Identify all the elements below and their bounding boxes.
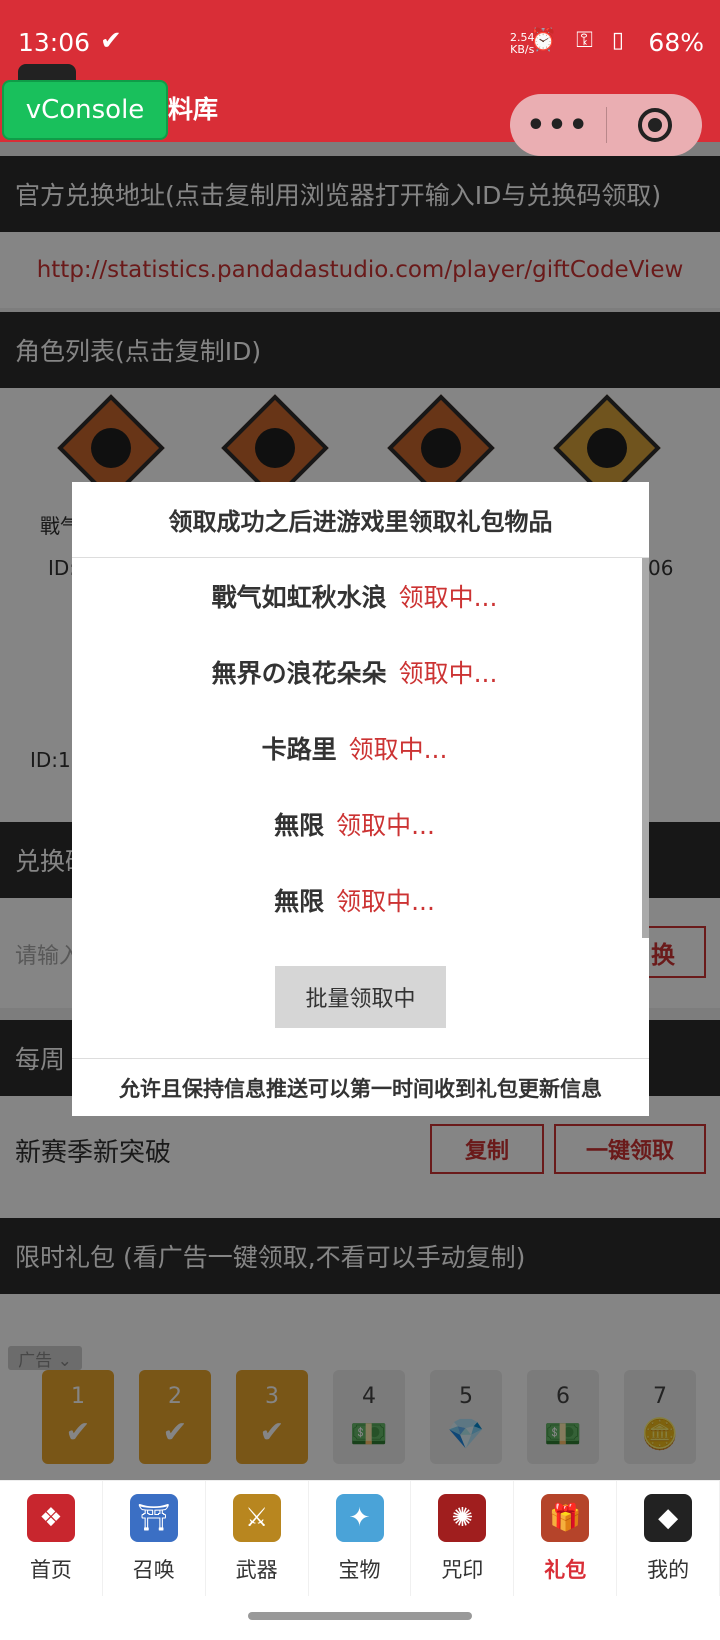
role-name: 戰气如虹秋水浪: [211, 583, 387, 612]
status-bar: 13:06 ✔ ⏰ ⚿ ▯ 2.54 KB/s 68%: [0, 0, 720, 90]
vconsole-button[interactable]: vConsole: [2, 80, 168, 140]
tab-label: 礼包: [544, 1557, 587, 1582]
battery-level: 68%: [648, 28, 704, 57]
claim-status: 领取中...: [398, 583, 498, 612]
claim-item: 卡路里 领取中...: [72, 730, 637, 766]
bottom-tabbar: ❖ 首页 ⛩ 召唤 ⚔ 武器 ✦ 宝物 ✺ 咒印 🎁 礼包 ◆ 我的: [0, 1480, 720, 1596]
claim-list: 戰气如虹秋水浪 领取中... 無界の浪花朵朵 领取中... 卡路里 领取中... 無限…: [72, 558, 649, 916]
claim-status: 领取中...: [398, 659, 498, 688]
more-icon[interactable]: •••: [510, 108, 606, 143]
tab-gift[interactable]: 🎁 礼包: [514, 1481, 618, 1596]
modal-title: 领取成功之后进游戏里领取礼包物品: [72, 482, 649, 558]
claim-item: 無界の浪花朵朵 领取中...: [72, 654, 637, 690]
treasure-icon: ✦: [335, 1493, 384, 1542]
tab-label: 召唤: [132, 1557, 175, 1582]
tab-treasure[interactable]: ✦ 宝物: [309, 1481, 412, 1596]
target-icon: [637, 108, 672, 142]
tab-label: 咒印: [441, 1557, 484, 1582]
claim-item: 無限 领取中...: [72, 882, 637, 918]
status-icons: ⏰ ⚿ ▯: [529, 28, 630, 53]
tab-label: 首页: [29, 1557, 72, 1582]
claim-status: 领取中...: [336, 887, 435, 916]
claim-status: 领取中...: [336, 811, 435, 840]
role-name: 卡路里: [261, 735, 337, 764]
role-name: 無限: [274, 887, 325, 916]
tab-profile[interactable]: ◆ 我的: [617, 1481, 720, 1596]
summon-icon: ⛩: [129, 1493, 178, 1542]
role-name: 無限: [274, 811, 325, 840]
tab-home[interactable]: ❖ 首页: [0, 1481, 103, 1596]
miniapp-capsule: •••: [510, 94, 702, 156]
tab-seal[interactable]: ✺ 咒印: [411, 1481, 515, 1596]
claim-modal: 领取成功之后进游戏里领取礼包物品 戰气如虹秋水浪 领取中... 無界の浪花朵朵 领取…: [72, 482, 649, 1116]
batch-claim-button[interactable]: 批量领取中: [275, 966, 446, 1028]
tab-label: 宝物: [338, 1557, 381, 1582]
seal-icon: ✺: [438, 1493, 487, 1542]
network-speed: 2.54 KB/s: [510, 31, 535, 56]
role-name: 無界の浪花朵朵: [211, 659, 387, 688]
home-icon: ❖: [26, 1493, 75, 1542]
tab-summon[interactable]: ⛩ 召唤: [103, 1481, 206, 1596]
check-icon: ✔: [100, 26, 122, 56]
home-indicator[interactable]: [248, 1612, 472, 1620]
page-title: 料库: [168, 95, 219, 124]
claim-item: 無限 领取中...: [72, 806, 637, 842]
status-time: 13:06: [18, 28, 91, 57]
tab-weapon[interactable]: ⚔ 武器: [206, 1481, 309, 1596]
modal-footer-note: 允许且保持信息推送可以第一时间收到礼包更新信息: [72, 1058, 649, 1116]
claim-status: 领取中...: [348, 735, 448, 764]
profile-icon: ◆: [644, 1493, 693, 1542]
modal-scrollbar[interactable]: [642, 558, 649, 938]
tab-label: 武器: [235, 1557, 278, 1582]
tab-label: 我的: [647, 1557, 690, 1582]
gift-icon: 🎁: [541, 1493, 590, 1542]
claim-item: 戰气如虹秋水浪 领取中...: [72, 578, 637, 614]
close-miniapp-button[interactable]: [607, 108, 702, 142]
weapon-icon: ⚔: [232, 1493, 281, 1542]
